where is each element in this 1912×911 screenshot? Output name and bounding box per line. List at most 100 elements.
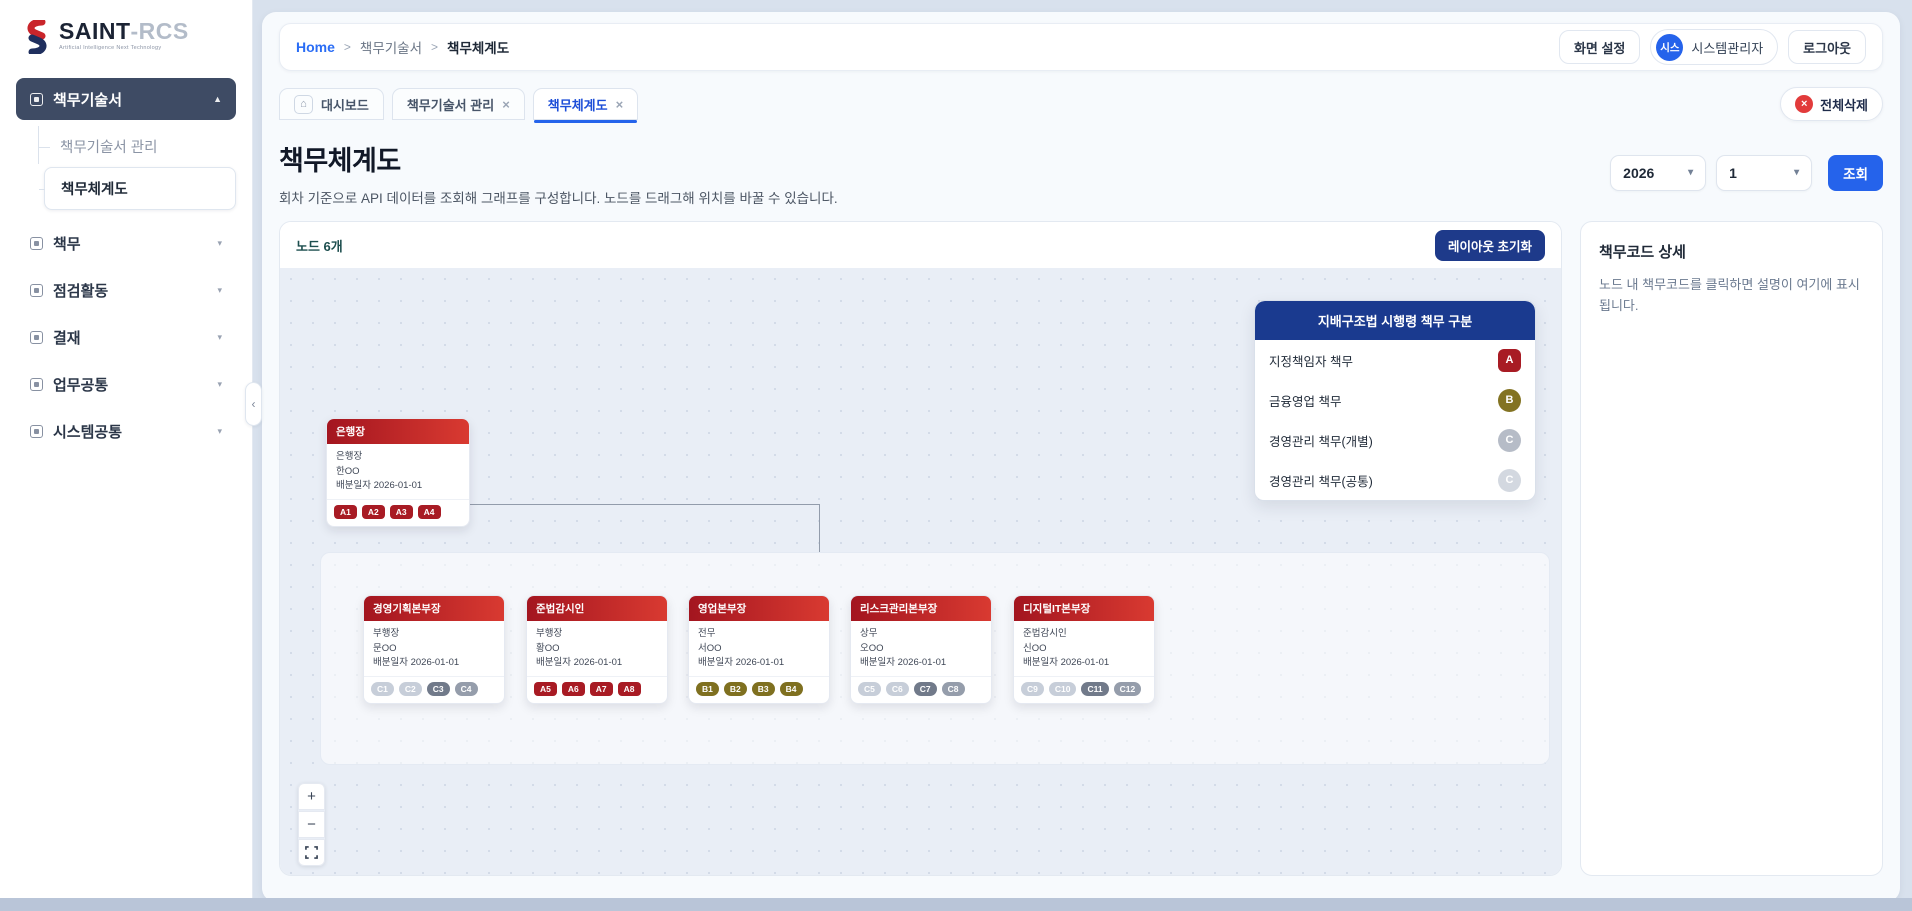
- sidebar-group-responsibility[interactable]: 책무 ▾: [16, 220, 236, 267]
- duty-code-badge[interactable]: C5: [858, 682, 881, 696]
- node-badge-row: B1 B2 B3 B4: [689, 676, 829, 703]
- duty-code-badge[interactable]: A4: [418, 505, 441, 519]
- filter-controls: 2026 ▾ 1 ▾ 조회: [1610, 155, 1883, 191]
- node-card-bank-president[interactable]: 은행장 은행장 한OO 배분일자 2026-01-01 A1 A2 A3 A4: [326, 418, 470, 527]
- duty-code-badge[interactable]: C10: [1049, 682, 1077, 696]
- breadcrumb-home-link[interactable]: Home: [296, 39, 335, 55]
- graph-edge: [819, 504, 820, 553]
- user-menu[interactable]: 시스 시스템관리자: [1650, 29, 1778, 65]
- sidebar-group-responsibility-doc[interactable]: 책무기술서 ▲: [16, 78, 236, 120]
- node-date: 배분일자 2026-01-01: [373, 656, 495, 671]
- node-date: 배분일자 2026-01-01: [536, 656, 658, 671]
- tab-dashboard[interactable]: ⌂ 대시보드: [279, 88, 384, 120]
- screen-settings-button[interactable]: 화면 설정: [1559, 30, 1640, 64]
- node-date: 배분일자 2026-01-01: [1023, 656, 1145, 671]
- duty-code-badge[interactable]: C11: [1081, 682, 1108, 696]
- duty-code-badge[interactable]: A8: [618, 682, 641, 696]
- sidebar-item-responsibility-map[interactable]: 책무체계도: [44, 167, 236, 210]
- menu-square-icon: [30, 425, 43, 438]
- search-button[interactable]: 조회: [1828, 155, 1883, 191]
- legend-badge-c-common: C: [1498, 469, 1521, 492]
- user-name: 시스템관리자: [1691, 38, 1763, 57]
- node-badge-row: C9 C10 C11 C12: [1014, 676, 1154, 703]
- duty-code-badge[interactable]: C4: [455, 682, 478, 696]
- sidebar-group-work-common[interactable]: 업무공통 ▾: [16, 361, 236, 408]
- duty-code-badge[interactable]: C8: [942, 682, 965, 696]
- duty-code-badge[interactable]: B2: [724, 682, 747, 696]
- node-badge-row: A1 A2 A3 A4: [327, 499, 469, 526]
- year-select[interactable]: 2026 ▾: [1610, 155, 1706, 191]
- menu-square-icon: [30, 93, 43, 106]
- node-card-planning-division[interactable]: 경영기획본부장 부행장 문OO 배분일자 2026-01-01 C1 C2 C3…: [363, 595, 505, 704]
- duty-code-badge[interactable]: C12: [1114, 682, 1142, 696]
- zoom-out-button[interactable]: −: [298, 811, 325, 838]
- duty-code-badge[interactable]: C2: [399, 682, 422, 696]
- duty-code-badge[interactable]: A2: [362, 505, 385, 519]
- node-person: 황OO: [536, 642, 658, 657]
- legend-badge-b: B: [1498, 389, 1521, 412]
- content-row: 노드 6개 레이아웃 초기화 지배구조법 시행령 책무 구분 지정책임자 책무 …: [279, 221, 1883, 876]
- node-person: 한OO: [336, 465, 460, 480]
- sidebar-collapse-button[interactable]: ‹: [245, 382, 262, 426]
- round-select[interactable]: 1 ▾: [1716, 155, 1812, 191]
- graph-canvas[interactable]: 지배구조법 시행령 책무 구분 지정책임자 책무 A 금융영업 책무 B 경영관…: [280, 268, 1561, 875]
- legend-item: 경영관리 책무(공통) C: [1255, 460, 1535, 500]
- duty-code-badge[interactable]: B4: [780, 682, 803, 696]
- legend-item: 지정책임자 책무 A: [1255, 340, 1535, 380]
- sidebar-group-approval[interactable]: 결재 ▾: [16, 314, 236, 361]
- chevron-down-icon: ▾: [217, 286, 222, 295]
- chevron-down-icon: ▾: [217, 427, 222, 436]
- topbar: Home > 책무기술서 > 책무체계도 화면 설정 시스 시스템관리자 로그아…: [279, 23, 1883, 71]
- duty-code-badge[interactable]: A3: [390, 505, 413, 519]
- breadcrumb-current: 책무체계도: [447, 37, 509, 57]
- node-date: 배분일자 2026-01-01: [336, 479, 460, 494]
- breadcrumb-separator: >: [431, 40, 438, 54]
- close-icon[interactable]: ×: [616, 97, 624, 112]
- fit-view-button[interactable]: [298, 839, 325, 866]
- node-role: 상무: [860, 627, 982, 642]
- breadcrumb-level1-link[interactable]: 책무기술서: [360, 37, 422, 57]
- content-shell: Home > 책무기술서 > 책무체계도 화면 설정 시스 시스템관리자 로그아…: [262, 12, 1900, 902]
- main-area: Home > 책무기술서 > 책무체계도 화면 설정 시스 시스템관리자 로그아…: [253, 0, 1912, 911]
- topbar-actions: 화면 설정 시스 시스템관리자 로그아웃: [1559, 29, 1866, 65]
- close-icon[interactable]: ×: [502, 97, 510, 112]
- duty-code-badge[interactable]: C3: [427, 682, 450, 696]
- duty-code-badge[interactable]: C9: [1021, 682, 1044, 696]
- duty-code-badge[interactable]: C6: [886, 682, 909, 696]
- duty-code-badge[interactable]: B1: [696, 682, 719, 696]
- node-card-risk-division[interactable]: 리스크관리본부장 상무 오OO 배분일자 2026-01-01 C5 C6 C7…: [850, 595, 992, 704]
- page-subtitle: 회차 기준으로 API 데이터를 조회해 그래프를 구성합니다. 노드를 드래그…: [279, 187, 838, 207]
- node-card-compliance-officer[interactable]: 준법감시인 부행장 황OO 배분일자 2026-01-01 A5 A6 A7 A…: [526, 595, 668, 704]
- duty-code-badge[interactable]: B3: [752, 682, 775, 696]
- legend-item: 금융영업 책무 B: [1255, 380, 1535, 420]
- chevron-down-icon: ▾: [217, 333, 222, 342]
- node-card-sales-division[interactable]: 영업본부장 전무 서OO 배분일자 2026-01-01 B1 B2 B3 B4: [688, 595, 830, 704]
- duty-code-badge[interactable]: A5: [534, 682, 557, 696]
- duty-code-badge[interactable]: C1: [371, 682, 394, 696]
- brand-logo[interactable]: SAINT-RCS Artificial Intelligence Next T…: [0, 0, 252, 64]
- node-role: 준법감시인: [1023, 627, 1145, 642]
- sidebar-group-inspection[interactable]: 점검활동 ▾: [16, 267, 236, 314]
- delete-circle-icon: ×: [1795, 95, 1813, 113]
- tab-doc-management[interactable]: 책무기술서 관리 ×: [392, 88, 525, 120]
- tab-responsibility-map[interactable]: 책무체계도 ×: [533, 88, 638, 120]
- node-date: 배분일자 2026-01-01: [860, 656, 982, 671]
- duty-code-badge[interactable]: A6: [562, 682, 585, 696]
- brand-logo-icon: [22, 20, 52, 54]
- delete-all-button[interactable]: × 전체삭제: [1780, 87, 1883, 121]
- sidebar-item-doc-management[interactable]: 책무기술서 관리: [28, 126, 236, 167]
- detail-panel-placeholder: 노드 내 책무코드를 클릭하면 설명이 여기에 표시 됩니다.: [1599, 274, 1864, 317]
- node-person: 문OO: [373, 642, 495, 657]
- sidebar-group-system-common[interactable]: 시스템공통 ▾: [16, 408, 236, 455]
- duty-code-badge[interactable]: A1: [334, 505, 357, 519]
- logout-button[interactable]: 로그아웃: [1788, 30, 1866, 64]
- node-card-digital-it-division[interactable]: 디지털IT본부장 준법감시인 신OO 배분일자 2026-01-01 C9 C1…: [1013, 595, 1155, 704]
- duty-code-badge[interactable]: A7: [590, 682, 613, 696]
- zoom-in-button[interactable]: +: [298, 783, 325, 810]
- duty-code-badge[interactable]: C7: [914, 682, 937, 696]
- chevron-down-icon: ▾: [217, 239, 222, 248]
- tab-bar: ⌂ 대시보드 책무기술서 관리 × 책무체계도 × × 전체삭제: [279, 87, 1883, 121]
- chevron-down-icon: ▾: [217, 380, 222, 389]
- chevron-up-icon: ▲: [213, 95, 222, 104]
- reset-layout-button[interactable]: 레이아웃 초기화: [1435, 230, 1545, 261]
